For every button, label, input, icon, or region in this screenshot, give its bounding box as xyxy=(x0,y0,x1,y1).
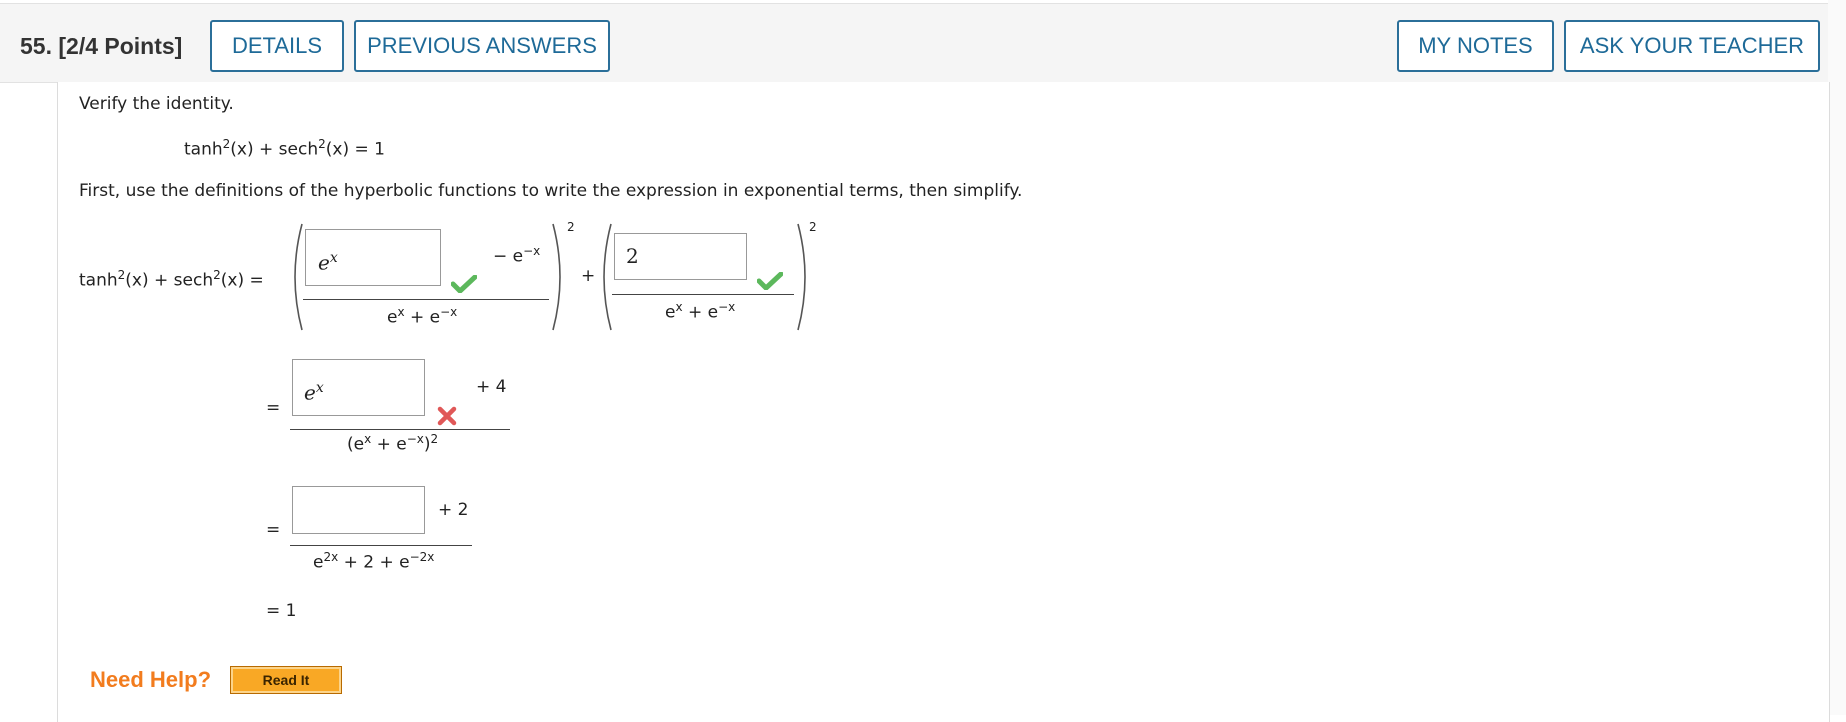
details-button[interactable]: DETAILS xyxy=(210,20,344,72)
step3-bar xyxy=(290,545,472,546)
step2-bar xyxy=(290,429,510,430)
need-help-label: Need Help? xyxy=(90,667,212,692)
step3-equals: = xyxy=(266,520,281,540)
my-notes-button[interactable]: MY NOTES xyxy=(1397,20,1554,72)
scroll-edge xyxy=(1828,0,1846,715)
step1-lhs: tanh2(x) + sech2(x) = xyxy=(79,268,264,291)
plus-sign: + xyxy=(581,266,596,286)
check-icon xyxy=(757,272,783,290)
frac1-suffix: − e−x xyxy=(493,244,541,267)
question-header: 55. [2/4 Points] DETAILS PREVIOUS ANSWER… xyxy=(0,3,1828,83)
cross-icon xyxy=(437,406,457,426)
frac2-denominator: ex + e−x xyxy=(665,300,736,323)
step4-result: = 1 xyxy=(266,601,297,621)
frac2-answer-value: 2 xyxy=(626,244,639,268)
right-paren-2 xyxy=(797,223,806,331)
step2-equals: = xyxy=(266,398,281,418)
step2-suffix: + 4 xyxy=(476,377,507,397)
outer-exponent-2: 2 xyxy=(809,220,817,234)
step3-denominator: e2x + 2 + e−2x xyxy=(313,550,435,573)
step3-suffix: + 2 xyxy=(438,500,469,520)
ask-your-teacher-button[interactable]: ASK YOUR TEACHER xyxy=(1564,20,1820,72)
frac1-answer-input[interactable]: ex xyxy=(305,229,441,286)
previous-answers-button[interactable]: PREVIOUS ANSWERS xyxy=(354,20,610,72)
right-paren-1 xyxy=(552,223,561,331)
frac1-denominator: ex + e−x xyxy=(387,305,458,328)
outer-exponent-1: 2 xyxy=(567,220,575,234)
frac2-answer-input[interactable]: 2 xyxy=(614,233,747,280)
directions-text: First, use the definitions of the hyperb… xyxy=(79,181,1023,201)
frac2-bar xyxy=(612,294,794,295)
frac1-bar xyxy=(303,299,549,300)
left-paren-1 xyxy=(294,223,303,331)
step2-denominator: (ex + e−x)2 xyxy=(347,432,439,455)
step2-answer-input[interactable]: ex xyxy=(292,359,425,416)
question-number: 55. [2/4 Points] xyxy=(20,33,183,59)
step2-answer-value: ex xyxy=(304,380,324,405)
check-icon xyxy=(451,275,477,293)
frac1-answer-value: ex xyxy=(318,250,338,275)
identity-equation: tanh2(x) + sech2(x) = 1 xyxy=(184,137,385,160)
step3-answer-input[interactable] xyxy=(292,486,425,534)
instruction-text: Verify the identity. xyxy=(79,94,234,114)
left-paren-2 xyxy=(603,223,612,331)
read-it-button[interactable]: Read It xyxy=(230,666,342,694)
